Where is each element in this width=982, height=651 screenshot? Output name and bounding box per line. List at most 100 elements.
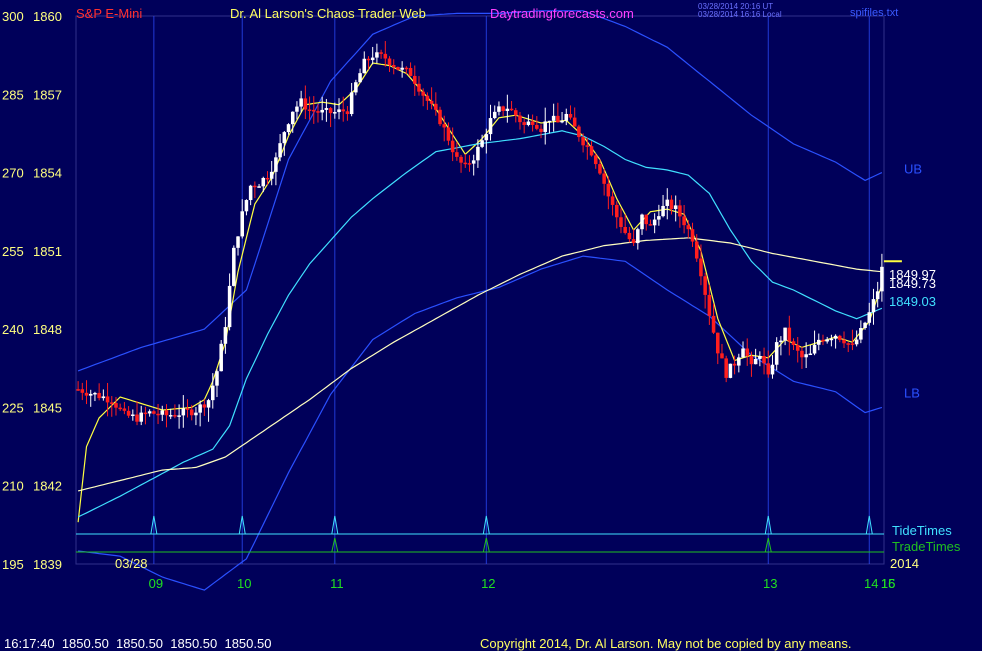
candle-body (804, 354, 808, 358)
candle-body (623, 226, 627, 233)
candle-body (173, 415, 177, 417)
candle-body (455, 152, 459, 157)
candle-body (333, 112, 337, 114)
candle-body (425, 95, 430, 101)
candle-body (227, 285, 232, 328)
candle-body (636, 229, 640, 244)
candle-body (404, 67, 409, 70)
candle-body (147, 411, 152, 414)
candle-body (434, 103, 438, 110)
candle-body (429, 100, 434, 104)
candle-body (223, 327, 228, 344)
candle-body (867, 312, 872, 323)
candle-body (76, 389, 80, 391)
candle-body (518, 115, 522, 123)
candle-body (833, 335, 838, 339)
candle-body (488, 118, 493, 135)
candle-body (627, 232, 632, 240)
quote-readout: 16:17:40 1850.50 1850.50 1850.50 1850.50 (4, 636, 272, 651)
candle-body (484, 134, 489, 141)
candle-body (244, 200, 249, 212)
candle-body (122, 408, 127, 411)
data-file-name: spifiles.txt (850, 7, 899, 19)
candle-body (80, 389, 85, 393)
candle-body (467, 163, 472, 165)
candle-body (358, 73, 362, 83)
site-url-link[interactable]: Daytradingforecasts.com (490, 7, 634, 21)
candle-body (577, 126, 581, 138)
candle-body (391, 65, 396, 67)
upper-band-line (77, 10, 883, 372)
candle-body (400, 67, 404, 70)
candle-body (497, 106, 501, 112)
candle-body (732, 363, 737, 366)
candle-body (631, 239, 636, 244)
candle-body (501, 106, 505, 111)
candle-body (215, 371, 219, 386)
candle-body (783, 327, 787, 341)
candle-body (539, 128, 543, 132)
candle-body (139, 412, 143, 422)
candle-body (274, 157, 278, 172)
candle-body (442, 124, 446, 128)
y-tick-right: 1845 (33, 400, 62, 415)
candle-body (745, 348, 749, 356)
timestamp-local: 03/28/2014 16:16 Local (698, 10, 782, 19)
day-gridlines (153, 16, 870, 564)
mid-ma-line (77, 130, 883, 518)
candle-body (619, 217, 623, 227)
y-tick-left: 240 (2, 322, 24, 337)
candle-body (522, 122, 526, 125)
candle-body (661, 205, 665, 217)
candle-body (295, 106, 299, 112)
y-tick-right: 1857 (33, 87, 62, 102)
candle-body (505, 108, 510, 111)
candle-body (282, 132, 287, 144)
candle-body (770, 364, 775, 375)
x-day-label: 09 (149, 576, 163, 591)
candle-body (135, 414, 139, 422)
candle-body (547, 120, 552, 123)
trade-times-label: TradeTimes (892, 539, 961, 554)
candle-body (413, 75, 417, 84)
x-day-label: 10 (237, 576, 251, 591)
candle-body (114, 403, 118, 408)
x-day-label: 16 (881, 576, 895, 591)
candle-body (644, 214, 648, 225)
candle-body (143, 412, 148, 415)
candle-body (206, 400, 211, 408)
y-tick-right: 1854 (33, 166, 62, 181)
candle-body (762, 356, 766, 364)
candle-body (800, 350, 804, 358)
candle-body (556, 115, 560, 123)
candle-body (312, 109, 316, 112)
candle-body (526, 121, 531, 125)
candle-body (753, 358, 758, 365)
candle-body (581, 137, 585, 146)
y-tick-right: 1848 (33, 322, 62, 337)
y-tick-left: 300 (2, 9, 24, 24)
y-tick-right: 1851 (33, 244, 62, 259)
candle-body (724, 358, 728, 378)
candle-body (821, 339, 825, 342)
candle-body (859, 328, 863, 340)
candle-body (707, 294, 712, 316)
candle-body (728, 363, 733, 378)
candle-body (703, 276, 707, 295)
candle-body (694, 241, 699, 259)
candle-body (93, 392, 97, 395)
y-tick-left: 270 (2, 166, 24, 181)
candle-body (774, 342, 779, 365)
candle-body (699, 258, 703, 277)
candle-body (657, 216, 661, 220)
candle-body (543, 121, 547, 132)
candle-body (787, 327, 792, 342)
candle-body (202, 404, 207, 408)
candle-body (665, 199, 670, 206)
candle-body (812, 344, 817, 354)
candle-body (328, 108, 333, 114)
candle-body (825, 339, 829, 342)
bollinger-bands (77, 10, 883, 591)
candle-body (779, 340, 783, 343)
candle-body (248, 185, 253, 201)
